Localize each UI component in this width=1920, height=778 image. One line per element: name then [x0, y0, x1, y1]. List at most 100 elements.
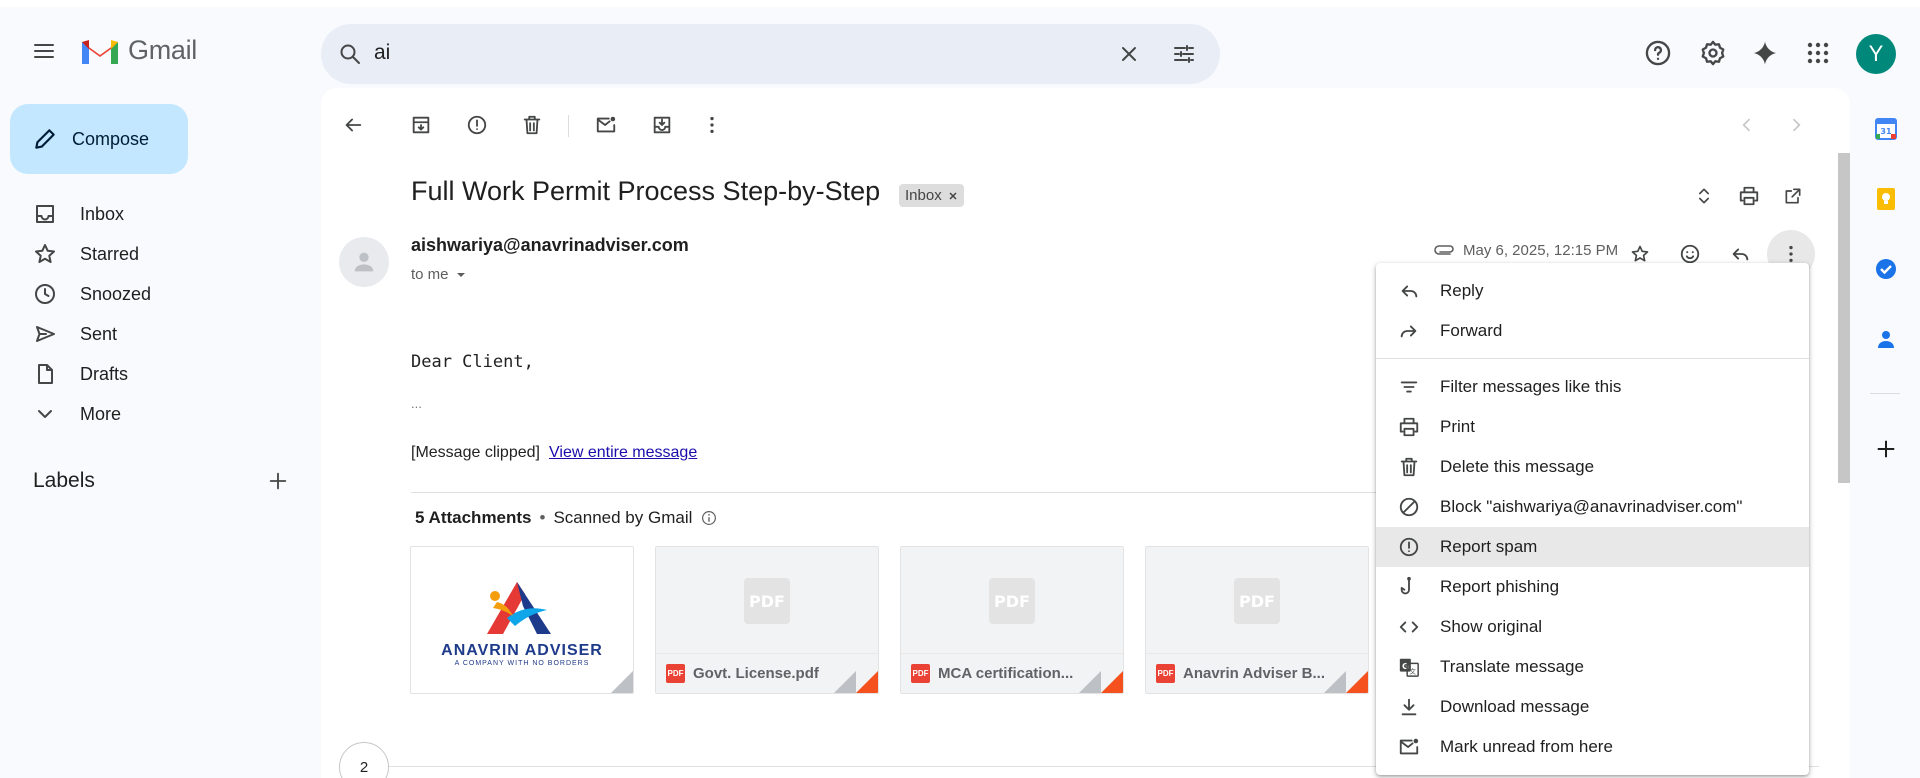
logo-tagline: A COMPANY WITH NO BORDERS: [454, 659, 590, 667]
menu-item-download[interactable]: Download message: [1376, 687, 1809, 727]
pdf-icon: PDF: [911, 664, 930, 683]
sidebar-item-snoozed[interactable]: Snoozed: [0, 274, 300, 314]
send-icon: [36, 326, 55, 342]
recipient-details[interactable]: to me: [411, 266, 467, 283]
menu-divider: [1376, 358, 1809, 359]
report-spam-icon: [467, 115, 487, 135]
menu-item-filter[interactable]: Filter messages like this: [1376, 367, 1809, 407]
more-vert-icon: [710, 116, 714, 134]
page-curl: [1101, 671, 1123, 693]
label-chip-inbox[interactable]: Inbox: [899, 184, 964, 207]
keep-app-button[interactable]: [1872, 185, 1900, 213]
attachments-count: 5 Attachments: [415, 508, 532, 527]
get-addons-button[interactable]: [1872, 435, 1900, 463]
scrollbar-thumb[interactable]: [1838, 153, 1850, 483]
scanned-label: Scanned by Gmail: [553, 508, 693, 527]
attachment-name: MCA certification...: [938, 665, 1074, 682]
sidebar-item-label: Snoozed: [80, 283, 152, 304]
view-entire-message-link[interactable]: View entire message: [549, 444, 697, 462]
sidebar-item-label: More: [80, 403, 122, 424]
message-clipped-text: [Message clipped]: [411, 444, 540, 461]
menu-item-label: Translate message: [1440, 657, 1584, 676]
inbox-icon: [36, 205, 54, 223]
compose-label: Compose: [72, 128, 150, 149]
settings-button[interactable]: [1689, 29, 1737, 77]
compose-button[interactable]: Compose: [10, 104, 188, 174]
attachment-card[interactable]: PDF PDF MCA certification...: [900, 546, 1124, 694]
support-button[interactable]: [1634, 29, 1682, 77]
sidebar-item-inbox[interactable]: Inbox: [0, 194, 300, 234]
bullet-separator: •: [539, 508, 546, 527]
apps-button[interactable]: [1794, 29, 1842, 77]
filter-icon: [1400, 381, 1418, 393]
menu-item-block-sender[interactable]: Block "aishwariya@anavrinadviser.com": [1376, 487, 1809, 527]
attachment-card[interactable]: ANAVRIN ADVISER A COMPANY WITH NO BORDER…: [410, 546, 634, 694]
menu-item-print[interactable]: Print: [1376, 407, 1809, 447]
sidebar-item-starred[interactable]: Starred: [0, 234, 300, 274]
search-bar[interactable]: [321, 24, 1220, 84]
menu-item-label: Forward: [1440, 321, 1503, 340]
plus-icon: [269, 472, 287, 490]
tasks-app-button[interactable]: [1872, 255, 1900, 283]
back-button[interactable]: [333, 105, 373, 145]
trimmed-content-indicator[interactable]: ...: [411, 396, 422, 411]
contacts-icon: [1878, 331, 1894, 348]
message-date: May 6, 2025, 12:15 PM: [1463, 242, 1619, 259]
main-menu-button[interactable]: [20, 27, 68, 75]
calendar-app-button[interactable]: 31: [1872, 115, 1900, 143]
newer-button[interactable]: [1727, 105, 1767, 145]
clear-search-icon[interactable]: [1117, 42, 1141, 66]
search-options-icon[interactable]: [1172, 42, 1196, 66]
archive-button[interactable]: [401, 105, 441, 145]
attachment-card[interactable]: PDF PDF Govt. License.pdf: [655, 546, 879, 694]
sender-email[interactable]: aishwariya@anavrinadviser.com: [411, 235, 689, 256]
attachment-card[interactable]: PDF PDF Anavrin Adviser B...: [1145, 546, 1369, 694]
more-actions-button[interactable]: [692, 105, 732, 145]
new-window-button[interactable]: [1777, 180, 1809, 212]
gmail-logo[interactable]: Gmail: [80, 35, 197, 66]
anavrin-logo: ANAVRIN ADVISER A COMPANY WITH NO BORDER…: [441, 574, 603, 667]
contacts-app-button[interactable]: [1872, 325, 1900, 353]
remove-label-icon[interactable]: [948, 191, 958, 201]
move-to-button[interactable]: [642, 105, 682, 145]
menu-item-report-spam[interactable]: Report spam: [1376, 527, 1809, 567]
pencil-icon: [35, 129, 55, 149]
search-input[interactable]: [374, 41, 1074, 65]
menu-item-label: Reply: [1440, 281, 1484, 300]
app-name: Gmail: [128, 35, 198, 65]
print-all-button[interactable]: [1733, 180, 1765, 212]
hamburger-icon: [34, 44, 54, 58]
report-spam-button[interactable]: [457, 105, 497, 145]
caret-down-icon: [456, 272, 465, 277]
page-curl-shadow: [1324, 671, 1346, 693]
sidebar-item-drafts[interactable]: Drafts: [0, 354, 300, 394]
menu-item-label: Report phishing: [1440, 577, 1560, 596]
info-icon[interactable]: [700, 509, 718, 527]
delete-button[interactable]: [512, 105, 552, 145]
menu-item-report-phishing[interactable]: Report phishing: [1376, 567, 1809, 607]
create-label-button[interactable]: [262, 465, 294, 497]
print-icon: [1739, 186, 1759, 206]
menu-item-show-original[interactable]: Show original: [1376, 607, 1809, 647]
sidebar-item-more[interactable]: More: [0, 394, 300, 434]
menu-item-mark-unread[interactable]: Mark unread from here: [1376, 727, 1809, 767]
expand-all-button[interactable]: [1688, 180, 1720, 212]
translate-icon: G文: [1399, 658, 1419, 677]
attachment-thumbnail: ANAVRIN ADVISER A COMPANY WITH NO BORDER…: [411, 547, 633, 693]
report-spam-icon: [1399, 537, 1419, 557]
menu-item-forward[interactable]: Forward: [1376, 311, 1809, 351]
search-icon[interactable]: [338, 42, 362, 66]
account-avatar[interactable]: Y: [1856, 34, 1896, 74]
trash-icon: [1400, 457, 1418, 477]
gemini-button[interactable]: [1741, 29, 1789, 77]
collapsed-messages-count[interactable]: 2: [339, 742, 389, 778]
mark-unread-button[interactable]: [586, 105, 626, 145]
download-icon: [1401, 698, 1417, 716]
older-button[interactable]: [1776, 105, 1816, 145]
menu-item-translate[interactable]: G文 Translate message: [1376, 647, 1809, 687]
sidebar-item-sent[interactable]: Sent: [0, 314, 300, 354]
menu-item-delete[interactable]: Delete this message: [1376, 447, 1809, 487]
menu-item-reply[interactable]: Reply: [1376, 271, 1809, 311]
phishing-icon: [1400, 576, 1411, 595]
page-curl: [1346, 671, 1368, 693]
